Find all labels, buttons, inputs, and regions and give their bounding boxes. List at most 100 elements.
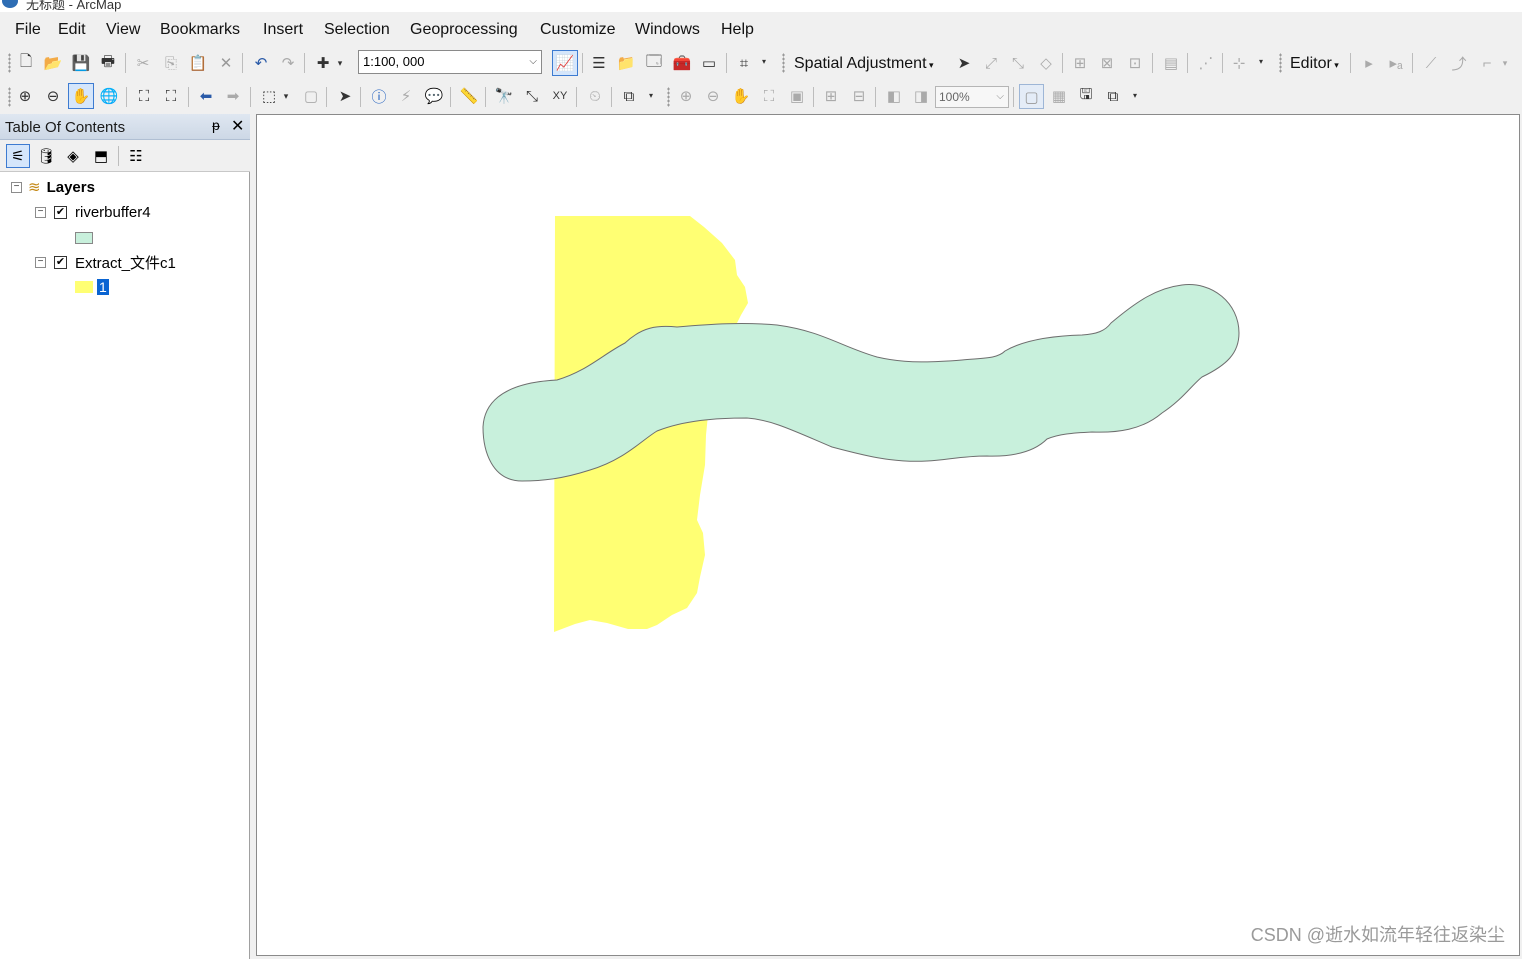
time-slider-icon[interactable]: ⏲ (584, 85, 606, 107)
chevron-down-icon[interactable]: ⌵ (529, 51, 537, 73)
list-by-drawing-order-icon[interactable]: ⚟ (6, 144, 30, 168)
catalog-window-icon[interactable]: 📁 (615, 52, 637, 74)
modify-link-icon[interactable]: ⤡ (1007, 52, 1029, 74)
menu-windows[interactable]: Windows (635, 21, 700, 39)
straight-segment-icon[interactable]: ⟋ (1420, 52, 1442, 74)
menu-edit[interactable]: Edit (58, 21, 86, 39)
save-icon[interactable]: 💾 (70, 52, 92, 74)
legend-row-extract[interactable]: 1 (75, 276, 109, 298)
chevron-down-icon[interactable]: ⌵ (996, 87, 1004, 107)
pan-hand-icon[interactable]: ✋ (68, 83, 94, 109)
legend-row-riverbuffer4[interactable] (75, 227, 93, 249)
hyperlink-icon[interactable]: ⚡ (395, 85, 417, 107)
chevron-down-icon[interactable]: ▾ (280, 85, 292, 107)
map-display[interactable]: CSDN @逝水如流年轻往返染尘 (256, 114, 1520, 956)
html-popup-icon[interactable]: 💬 (423, 85, 445, 107)
chevron-down-icon[interactable]: ▾ (1499, 52, 1511, 74)
go-to-xy-icon[interactable]: XY (549, 85, 571, 107)
menu-file[interactable]: File (15, 21, 41, 39)
toolbar-grip[interactable] (667, 87, 670, 107)
layout-zoom-in-icon[interactable]: ⊕ (675, 85, 697, 107)
measure-ruler-icon[interactable]: 📏 (458, 85, 480, 107)
data-frame-row[interactable]: − ≋ Layers (11, 176, 95, 198)
clear-links-icon[interactable]: ⊡ (1124, 52, 1146, 74)
find-route-icon[interactable]: ⤡ (521, 85, 543, 107)
undo-icon[interactable]: ↶ (250, 52, 272, 74)
create-viewer-window-icon[interactable]: ⧉ (618, 85, 640, 107)
fixed-zoom-in-icon[interactable]: ⛶ (133, 85, 155, 107)
layout-back-icon[interactable]: ◧ (883, 85, 905, 107)
editor-toolbar-toggle-icon[interactable]: 📈 (552, 50, 578, 76)
redo-icon[interactable]: ↷ (277, 52, 299, 74)
model-builder-icon[interactable]: ⌗ (733, 52, 755, 74)
menu-view[interactable]: View (106, 21, 140, 39)
menu-customize[interactable]: Customize (540, 21, 616, 39)
find-binoculars-icon[interactable]: 🔭 (493, 85, 515, 107)
paste-icon[interactable]: 📋 (187, 52, 209, 74)
select-elements-icon[interactable]: ➤ (953, 52, 975, 74)
zoom-out-icon[interactable]: ⊖ (42, 85, 64, 107)
legend-swatch[interactable] (75, 281, 93, 293)
zoom-100-icon[interactable]: ▣ (786, 85, 808, 107)
layer-visibility-checkbox[interactable]: ✔ (54, 255, 67, 269)
print-icon[interactable]: 🖶 (97, 52, 119, 74)
toolbar-grip[interactable] (8, 87, 11, 107)
close-icon[interactable]: ✕ (231, 116, 244, 136)
go-back-arrow-icon[interactable]: ⬅ (195, 85, 217, 107)
delete-icon[interactable]: ✕ (215, 52, 237, 74)
menu-selection[interactable]: Selection (324, 21, 390, 39)
toolbar-options-icon[interactable]: ▾ (1133, 91, 1141, 111)
layer-row-riverbuffer4[interactable]: − ✔ riverbuffer4 (35, 201, 151, 223)
zoom-in-icon[interactable]: ⊕ (14, 85, 36, 107)
select-elements-arrow-icon[interactable]: ➤ (334, 85, 356, 107)
new-limited-adjust-icon[interactable]: ⊠ (1096, 52, 1118, 74)
end-point-arc-icon[interactable]: ⤴ (1448, 52, 1470, 74)
trace-tool-icon[interactable]: ⌐ (1476, 52, 1498, 74)
cut-icon[interactable]: ✂ (132, 52, 154, 74)
add-data-dropdown-icon[interactable]: ▾ (334, 52, 346, 74)
search-window-icon[interactable]: 🗔 (643, 52, 665, 74)
layout-zoom-out-icon[interactable]: ⊖ (702, 85, 724, 107)
collapse-icon[interactable]: − (35, 206, 46, 218)
change-layout-icon[interactable]: 🖫 (1075, 85, 1097, 107)
menu-insert[interactable]: Insert (263, 21, 303, 39)
zoom-whole-page-icon[interactable]: ⛶ (758, 85, 780, 107)
menu-geoprocessing[interactable]: Geoprocessing (410, 21, 518, 39)
list-by-selection-icon[interactable]: ⬒ (89, 144, 113, 168)
attribute-transfer-icon[interactable]: ⊹ (1228, 52, 1250, 74)
edit-annotation-icon[interactable]: ▸ₐ (1385, 52, 1407, 74)
toc-window-icon[interactable]: ☰ (588, 52, 610, 74)
fixed-zoom-out-icon[interactable]: ⛶ (160, 85, 182, 107)
map-scale-combo[interactable]: 1:100, 000 ⌵ (358, 50, 542, 74)
list-by-visibility-icon[interactable]: ◈ (61, 144, 85, 168)
edge-match-icon[interactable]: ⋰ (1195, 52, 1217, 74)
layout-fixed-zoom-in-icon[interactable]: ⊞ (820, 85, 842, 107)
toolbar-grip[interactable] (8, 53, 11, 73)
list-by-source-icon[interactable]: 🛢 (34, 144, 58, 168)
map-canvas[interactable] (257, 115, 1519, 955)
spatial-adjustment-menu[interactable]: Spatial Adjustment ▾ (794, 55, 934, 73)
layout-forward-icon[interactable]: ◨ (910, 85, 932, 107)
legend-class-label[interactable]: 1 (97, 279, 109, 295)
arctoolbox-icon[interactable]: 🧰 (671, 52, 693, 74)
toolbar-options-icon[interactable]: ▾ (649, 91, 657, 111)
layout-zoom-combo[interactable]: 100% ⌵ (935, 86, 1009, 108)
clear-selection-icon[interactable]: ▢ (300, 85, 322, 107)
multi-displacement-icon[interactable]: ◇ (1035, 52, 1057, 74)
open-folder-icon[interactable]: 📂 (42, 52, 64, 74)
new-document-icon[interactable]: 🗋 (15, 52, 37, 74)
new-displacement-link-icon[interactable]: ⤢ (980, 52, 1002, 74)
toolbar-grip[interactable] (782, 53, 785, 73)
go-forward-arrow-icon[interactable]: ➡ (222, 85, 244, 107)
layer-row-extract[interactable]: − ✔ Extract_文件c1 (35, 251, 176, 273)
collapse-icon[interactable]: − (35, 256, 46, 268)
link-table-icon[interactable]: ▤ (1160, 52, 1182, 74)
full-extent-globe-icon[interactable]: 🌐 (98, 85, 120, 107)
layout-pan-icon[interactable]: ✋ (730, 85, 752, 107)
editor-menu[interactable]: Editor ▾ (1290, 55, 1339, 73)
menu-bookmarks[interactable]: Bookmarks (160, 21, 240, 39)
toolbar-options-icon[interactable]: ▾ (762, 57, 770, 77)
select-features-icon[interactable]: ⬚ (258, 85, 280, 107)
copy-icon[interactable]: ⎘ (160, 52, 182, 74)
identify-info-icon[interactable]: ⓘ (368, 85, 390, 107)
